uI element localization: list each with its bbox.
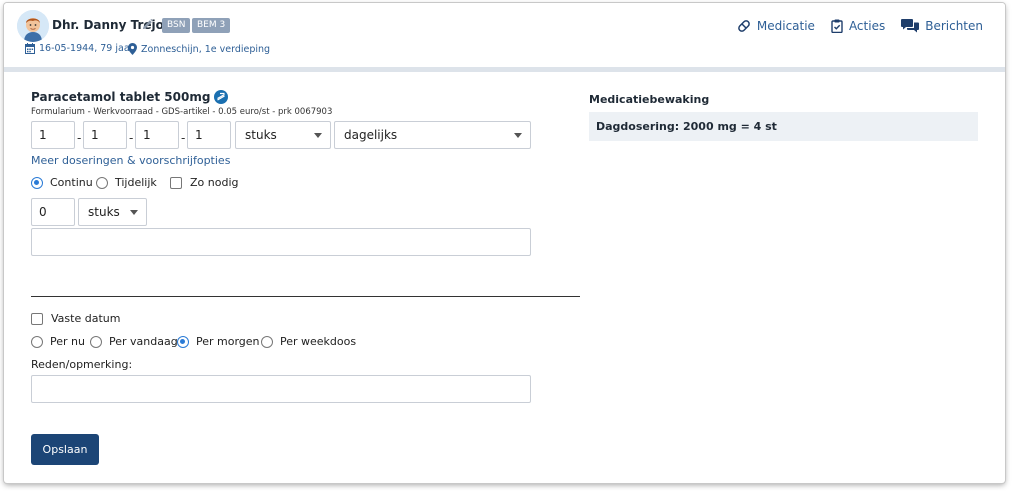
checkbox[interactable]: [31, 312, 43, 325]
unit-select[interactable]: stuks: [235, 121, 331, 149]
radio-per-nu[interactable]: Per nu: [31, 335, 85, 348]
chat-icon: [901, 19, 920, 33]
dose-noon-input[interactable]: [83, 121, 127, 149]
chevron-down-icon: [130, 210, 138, 215]
frequency-select[interactable]: dagelijks: [334, 121, 531, 149]
gds-icon: [214, 90, 229, 104]
nav-berichten-label: Berichten: [925, 19, 983, 33]
top-nav: Medicatie Acties Berichten: [721, 19, 983, 33]
location-info: Zonneschijn, 1e verdieping: [128, 43, 270, 55]
radio-button[interactable]: [31, 176, 43, 189]
save-button[interactable]: Opslaan: [31, 434, 99, 465]
radio-per-morgen[interactable]: Per morgen: [177, 335, 260, 348]
clipboard-check-icon: [831, 19, 843, 33]
radio-per-vandaag-label: Per vandaag: [109, 335, 178, 348]
radio-per-weekdoos-label: Per weekdoos: [280, 335, 357, 348]
medication-name: Paracetamol tablet 500mg: [31, 90, 211, 104]
nav-medicatie[interactable]: Medicatie: [737, 19, 815, 33]
quantity-input[interactable]: [31, 198, 75, 226]
nav-berichten[interactable]: Berichten: [901, 19, 983, 33]
radio-continu-label: Continu: [50, 176, 93, 189]
badge-bem: BEM 3: [192, 18, 231, 33]
quantity-unit-select[interactable]: stuks: [78, 198, 147, 226]
radio-button[interactable]: [96, 176, 108, 189]
nav-acties-label: Acties: [848, 19, 886, 33]
patient-avatar: [17, 10, 49, 42]
birth-date: 16-05-1944, 79 jaar: [39, 43, 134, 54]
medication-details: Formularium - Werkvoorraad - GDS-artikel…: [31, 107, 333, 117]
radio-button[interactable]: [261, 335, 273, 348]
nav-acties[interactable]: Acties: [831, 19, 885, 33]
radio-tijdelijk-label: Tijdelijk: [115, 176, 157, 189]
patient-header: Dhr. Danny Trejo BSN BEM 3 16-05-1944, 7…: [4, 3, 1005, 67]
checkbox-zo-nodig-label: Zo nodig: [190, 176, 239, 189]
dose-separator: -: [129, 131, 134, 145]
badge-bsn: BSN: [162, 18, 191, 33]
calendar-icon: [25, 43, 35, 54]
location: Zonneschijn, 1e verdieping: [141, 43, 271, 55]
quantity-unit-value: stuks: [88, 205, 120, 219]
checkbox-zo-nodig[interactable]: Zo nodig: [170, 176, 239, 189]
dose-evening-input[interactable]: [135, 121, 179, 149]
frequency-select-value: dagelijks: [344, 128, 398, 142]
nav-medicatie-label: Medicatie: [756, 19, 815, 33]
dose-separator: -: [77, 131, 82, 145]
daily-dose-box: Dagdosering: 2000 mg = 4 st: [589, 112, 978, 141]
header-divider: [4, 67, 1005, 72]
unit-select-value: stuks: [245, 128, 277, 142]
pill-icon: [738, 20, 750, 32]
chevron-down-icon: [314, 133, 322, 138]
instruction-input[interactable]: [31, 228, 531, 256]
monitoring-title: Medicatiebewaking: [589, 93, 710, 106]
section-divider: [31, 296, 580, 297]
pencil-icon[interactable]: [141, 18, 154, 31]
checkbox-vaste-datum-label: Vaste datum: [51, 312, 121, 325]
radio-per-morgen-label: Per morgen: [196, 335, 260, 348]
radio-button[interactable]: [177, 335, 189, 348]
map-pin-icon: [128, 43, 137, 55]
dose-morning-input[interactable]: [31, 121, 75, 149]
checkbox[interactable]: [170, 176, 182, 189]
birth-info: 16-05-1944, 79 jaar: [25, 43, 134, 54]
radio-per-nu-label: Per nu: [50, 335, 85, 348]
reason-input[interactable]: [31, 375, 531, 403]
radio-button[interactable]: [90, 335, 102, 348]
radio-tijdelijk[interactable]: Tijdelijk: [96, 176, 157, 189]
more-dosing-link[interactable]: Meer doseringen & voorschrijfopties: [31, 154, 230, 167]
reason-label: Reden/opmerking:: [31, 358, 133, 371]
chevron-down-icon: [514, 133, 522, 138]
radio-continu[interactable]: Continu: [31, 176, 93, 189]
medication-title: Paracetamol tablet 500mg: [31, 90, 229, 104]
dose-night-input[interactable]: [187, 121, 231, 149]
radio-per-weekdoos[interactable]: Per weekdoos: [261, 335, 356, 348]
radio-button[interactable]: [31, 335, 43, 348]
app-window: Dhr. Danny Trejo BSN BEM 3 16-05-1944, 7…: [4, 3, 1005, 483]
radio-per-vandaag[interactable]: Per vandaag: [90, 335, 178, 348]
dose-separator: -: [181, 131, 186, 145]
checkbox-vaste-datum[interactable]: Vaste datum: [31, 312, 120, 325]
